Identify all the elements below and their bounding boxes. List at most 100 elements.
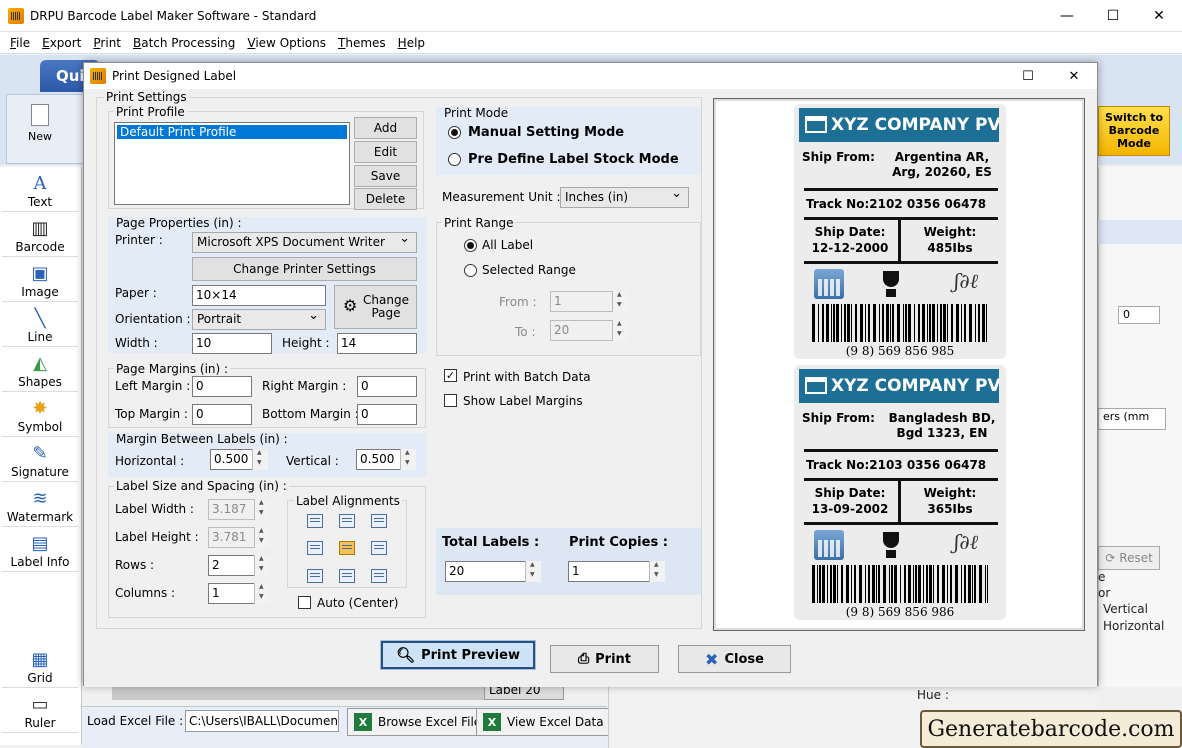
- align-bottom-center-icon[interactable]: [339, 568, 355, 583]
- barcode-bar: [908, 304, 911, 342]
- page-properties-title: Page Properties (in) :: [116, 216, 242, 230]
- tool-shapes[interactable]: ◭ Shapes: [2, 347, 78, 392]
- load-excel-label: Load Excel File :: [87, 714, 184, 728]
- print-with-batch-checkbox[interactable]: ✓: [444, 369, 457, 382]
- tool-barcode[interactable]: ▥ Barcode: [2, 212, 78, 257]
- properties-field[interactable]: 0: [1118, 306, 1160, 324]
- align-bottom-left-icon[interactable]: [307, 568, 323, 583]
- barcode-bar: [904, 565, 906, 603]
- align-middle-right-icon[interactable]: [371, 541, 387, 556]
- menu-batch-processing[interactable]: Batch Processing: [127, 36, 241, 50]
- tool-line[interactable]: ╲ Line: [2, 302, 78, 347]
- tool-text[interactable]: A Text: [2, 167, 78, 212]
- all-label-radio[interactable]: [464, 239, 477, 252]
- tool-grid[interactable]: ▦ Grid: [2, 643, 78, 688]
- print-button[interactable]: ⎙ Print: [550, 645, 659, 673]
- columns-spinner[interactable]: [254, 583, 270, 604]
- profile-item-default[interactable]: Default Print Profile: [117, 125, 347, 139]
- barcode-bar: [943, 304, 946, 342]
- reset-button[interactable]: ⟳ Reset: [1098, 546, 1160, 570]
- view-excel-button[interactable]: X View Excel Data: [476, 708, 611, 736]
- show-label-margins-checkbox[interactable]: [444, 394, 457, 407]
- tool-symbol[interactable]: ✸ Symbol: [2, 392, 78, 437]
- menu-help[interactable]: Help: [392, 36, 431, 50]
- align-middle-left-icon[interactable]: [307, 541, 323, 556]
- label-width-spinner[interactable]: [254, 499, 270, 520]
- align-top-left-icon[interactable]: [307, 514, 323, 528]
- print-with-batch-label: Print with Batch Data: [463, 370, 591, 384]
- dialog-close-x-button[interactable]: ✕: [1051, 63, 1097, 89]
- rows-spinner[interactable]: [254, 555, 270, 576]
- barcode-bar: [831, 304, 832, 342]
- track-number: Track No:2103 0356 06478: [806, 458, 987, 472]
- add-profile-button[interactable]: Add: [354, 117, 417, 139]
- change-page-button[interactable]: ⚙ Change Page: [334, 285, 417, 329]
- print-profile-title: Print Profile: [114, 105, 187, 119]
- menu-view-options[interactable]: View Options: [241, 36, 332, 50]
- tool-ruler[interactable]: ▭ Ruler: [2, 688, 78, 733]
- predefine-mode-radio[interactable]: [448, 153, 461, 166]
- paper-input[interactable]: 10×14: [192, 285, 326, 306]
- tool-label-info[interactable]: ▤ Label Info: [2, 527, 78, 572]
- selected-range-radio[interactable]: [464, 264, 477, 277]
- maximize-button[interactable]: ☐: [1090, 0, 1136, 32]
- align-center-icon[interactable]: [339, 541, 355, 556]
- new-button[interactable]: New: [20, 104, 60, 143]
- height-input[interactable]: 14: [337, 333, 417, 354]
- tool-watermark[interactable]: ≋ Watermark: [2, 482, 78, 527]
- save-profile-button[interactable]: Save: [354, 165, 417, 187]
- left-margin-input[interactable]: 0: [192, 376, 252, 397]
- barcode-bar: [961, 304, 962, 342]
- align-bottom-right-icon[interactable]: [371, 568, 387, 583]
- dialog-maximize-button[interactable]: ☐: [1005, 63, 1051, 89]
- label-height-spinner[interactable]: [254, 527, 270, 548]
- menu-export[interactable]: Export: [36, 36, 87, 50]
- menu-themes[interactable]: Themes: [332, 36, 392, 50]
- barcode-bar: [873, 304, 876, 342]
- print-copies-spinner[interactable]: [649, 561, 665, 582]
- align-top-right-icon[interactable]: [371, 514, 387, 528]
- barcode-bar: [883, 565, 886, 603]
- print-profile-list[interactable]: Default Print Profile: [114, 122, 350, 205]
- tool-image[interactable]: ▣ Image: [2, 257, 78, 302]
- horizontal-margin-spinner[interactable]: [252, 449, 268, 470]
- barcode-bar: [975, 304, 976, 342]
- to-spinner[interactable]: [612, 320, 628, 341]
- bottom-margin-input[interactable]: 0: [357, 404, 417, 425]
- total-labels-spinner[interactable]: [525, 561, 541, 582]
- barcode-bar: [964, 304, 966, 342]
- calculator-icon: [814, 530, 844, 560]
- minimize-button[interactable]: —: [1044, 0, 1090, 32]
- menu-print[interactable]: Print: [87, 36, 127, 50]
- measurement-unit-select[interactable]: Inches (in): [560, 186, 689, 208]
- page-margins-title: Page Margins (in) :: [114, 362, 231, 376]
- auto-center-checkbox[interactable]: [298, 596, 311, 609]
- width-input[interactable]: 10: [192, 333, 272, 354]
- print-preview-button[interactable]: 🔍︎ Print Preview: [380, 640, 536, 670]
- orientation-select[interactable]: Portrait: [192, 308, 326, 330]
- dialog-minimize-button[interactable]: [959, 63, 1005, 89]
- barcode-bar: [855, 304, 857, 342]
- delete-profile-button[interactable]: Delete: [354, 188, 417, 210]
- right-margin-input[interactable]: 0: [357, 376, 417, 397]
- printer-select[interactable]: Microsoft XPS Document Writer: [192, 231, 417, 253]
- unit-select[interactable]: ers (mm: [1098, 408, 1166, 430]
- excel-path-input[interactable]: C:\Users\IBALL\Documen: [185, 710, 339, 732]
- tool-signature[interactable]: ✎ Signature: [2, 437, 78, 482]
- vertical-margin-spinner[interactable]: [400, 449, 416, 470]
- switch-to-barcode-mode-button[interactable]: Switch to Barcode Mode: [1098, 106, 1170, 156]
- top-margin-input[interactable]: 0: [192, 404, 252, 425]
- close-button[interactable]: ✖ Close: [678, 645, 791, 673]
- from-spinner[interactable]: [612, 291, 628, 312]
- manual-mode-radio[interactable]: [448, 126, 461, 139]
- barcode-bar: [868, 565, 870, 603]
- change-printer-settings-button[interactable]: Change Printer Settings: [192, 257, 417, 281]
- align-top-center-icon[interactable]: [339, 514, 355, 528]
- auto-center-label: Auto (Center): [317, 596, 399, 610]
- close-window-button[interactable]: ✕: [1136, 0, 1182, 32]
- rows-label: Rows :: [115, 558, 155, 572]
- barcode-bar: [982, 304, 985, 342]
- menu-file[interactable]: File: [4, 36, 36, 50]
- browse-excel-button[interactable]: X Browse Excel File: [347, 708, 489, 736]
- edit-profile-button[interactable]: Edit: [354, 141, 417, 163]
